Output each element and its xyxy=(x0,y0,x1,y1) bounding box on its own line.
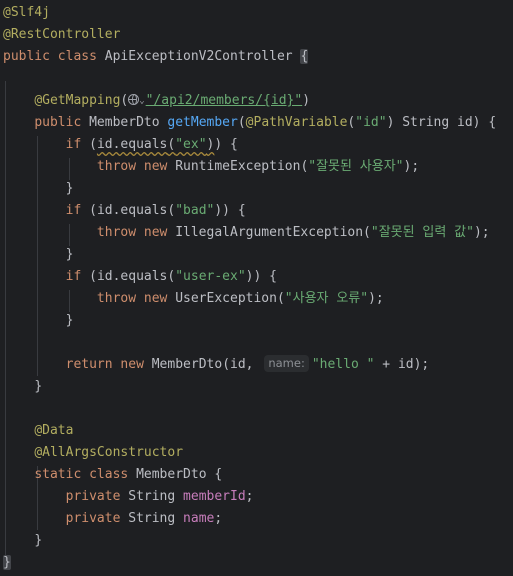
code-line[interactable]: } xyxy=(3,552,11,574)
keyword: new xyxy=(143,225,168,240)
code-line[interactable]: } xyxy=(3,244,74,266)
keyword: class xyxy=(89,467,129,482)
brace: } xyxy=(34,533,43,548)
string-literal: "사용자 오류" xyxy=(284,291,369,306)
code-line[interactable]: } xyxy=(3,310,74,332)
string-literal: "잘못된 입력 값" xyxy=(370,225,474,240)
string-literal: "잘못된 사용자" xyxy=(308,159,404,174)
annotation: @GetMapping xyxy=(34,93,121,108)
param-name: id xyxy=(457,115,473,130)
keyword: public xyxy=(3,49,50,64)
brace: } xyxy=(65,181,74,196)
code-line[interactable]: private String name; xyxy=(3,508,223,530)
brace: { xyxy=(269,269,277,284)
field-name: name xyxy=(183,511,215,526)
annotation: @RestController xyxy=(3,27,121,42)
brace: } xyxy=(65,247,74,262)
code-line[interactable]: public MemberDto getMember(@PathVariable… xyxy=(3,112,496,134)
string-literal: "user-ex" xyxy=(175,269,246,284)
type-name: IllegalArgumentException xyxy=(175,225,364,240)
keyword: private xyxy=(65,511,121,526)
globe-icon[interactable] xyxy=(128,94,140,105)
chevron-down-icon[interactable]: ⌄ xyxy=(139,96,144,106)
brace-highlight: { xyxy=(300,49,309,64)
annotation: @AllArgsConstructor xyxy=(34,445,184,460)
type-name: RuntimeException xyxy=(175,159,301,174)
keyword: new xyxy=(143,291,168,306)
keyword: new xyxy=(143,159,168,174)
keyword: throw xyxy=(96,225,137,240)
method-name: getMember xyxy=(167,115,238,130)
brace: { xyxy=(214,467,223,482)
class-name: ApiExceptionV2Controller xyxy=(104,49,293,64)
keyword: if xyxy=(65,137,82,152)
keyword: public xyxy=(34,115,82,130)
field-name: memberId xyxy=(183,489,246,504)
string-literal: "id" xyxy=(355,115,387,130)
keyword: class xyxy=(57,49,97,64)
keyword: if xyxy=(65,269,82,284)
type-name: UserException xyxy=(175,291,277,306)
code-line[interactable]: if (id.equals("bad")) { xyxy=(3,200,246,222)
keyword: static xyxy=(34,467,82,482)
type-name: MemberDto xyxy=(89,115,160,130)
warning-expression[interactable]: id.equals("ex") xyxy=(97,137,214,152)
code-line[interactable]: public class ApiExceptionV2Controller { xyxy=(3,46,309,68)
string-literal: "hello " xyxy=(311,357,375,372)
code-line[interactable]: @Slf4j xyxy=(3,2,50,24)
url-string[interactable]: "/api2/members/{id}" xyxy=(146,93,303,108)
brace: } xyxy=(34,379,43,394)
brace: } xyxy=(65,313,74,328)
code-line[interactable]: return new MemberDto(id, name: "hello " +… xyxy=(3,354,429,376)
method-call: id.equals xyxy=(96,269,168,284)
code-line[interactable]: throw new UserException("사용자 오류"); xyxy=(3,288,384,310)
brace: { xyxy=(237,203,246,218)
annotation: @PathVariable xyxy=(245,115,348,130)
code-line[interactable]: @AllArgsConstructor xyxy=(3,442,183,464)
keyword: throw xyxy=(96,159,137,174)
type-name: String xyxy=(128,489,176,504)
brace-highlight: } xyxy=(3,555,11,570)
keyword: throw xyxy=(96,291,137,306)
annotation: @Data xyxy=(34,423,74,438)
code-line[interactable]: } xyxy=(3,376,42,398)
param-name: id xyxy=(230,357,246,372)
method-call: id.equals xyxy=(96,203,168,218)
keyword: if xyxy=(65,203,82,218)
code-line[interactable]: if (id.equals("ex")) { xyxy=(3,134,238,156)
code-editor[interactable]: @Slf4j @RestController public class ApiE… xyxy=(0,0,513,576)
param-name: id xyxy=(397,357,414,372)
code-line[interactable]: } xyxy=(3,178,74,200)
code-line[interactable]: private String memberId; xyxy=(3,486,254,508)
code-line[interactable]: } xyxy=(3,530,42,552)
brace: { xyxy=(230,137,238,152)
string-literal: "bad" xyxy=(175,203,215,218)
code-line[interactable]: @GetMapping(⌄"/api2/members/{id}") xyxy=(3,90,310,112)
keyword: new xyxy=(120,357,144,372)
keyword: private xyxy=(65,489,121,504)
type-name: String xyxy=(128,511,176,526)
code-line[interactable]: if (id.equals("user-ex")) { xyxy=(3,266,277,288)
annotation: @Slf4j xyxy=(3,5,50,20)
code-line[interactable]: @RestController xyxy=(3,24,120,46)
type-name: MemberDto xyxy=(151,357,223,372)
brace: { xyxy=(488,115,497,130)
code-line[interactable]: static class MemberDto { xyxy=(3,464,222,486)
code-line[interactable]: throw new IllegalArgumentException("잘못된 … xyxy=(3,222,490,244)
code-line[interactable]: @Data xyxy=(3,420,73,442)
type-name: String xyxy=(402,115,450,130)
class-name: MemberDto xyxy=(136,467,207,482)
keyword: return xyxy=(65,357,113,372)
code-line[interactable]: throw new RuntimeException("잘못된 사용자"); xyxy=(3,156,419,178)
parameter-hint: name: xyxy=(264,355,309,372)
